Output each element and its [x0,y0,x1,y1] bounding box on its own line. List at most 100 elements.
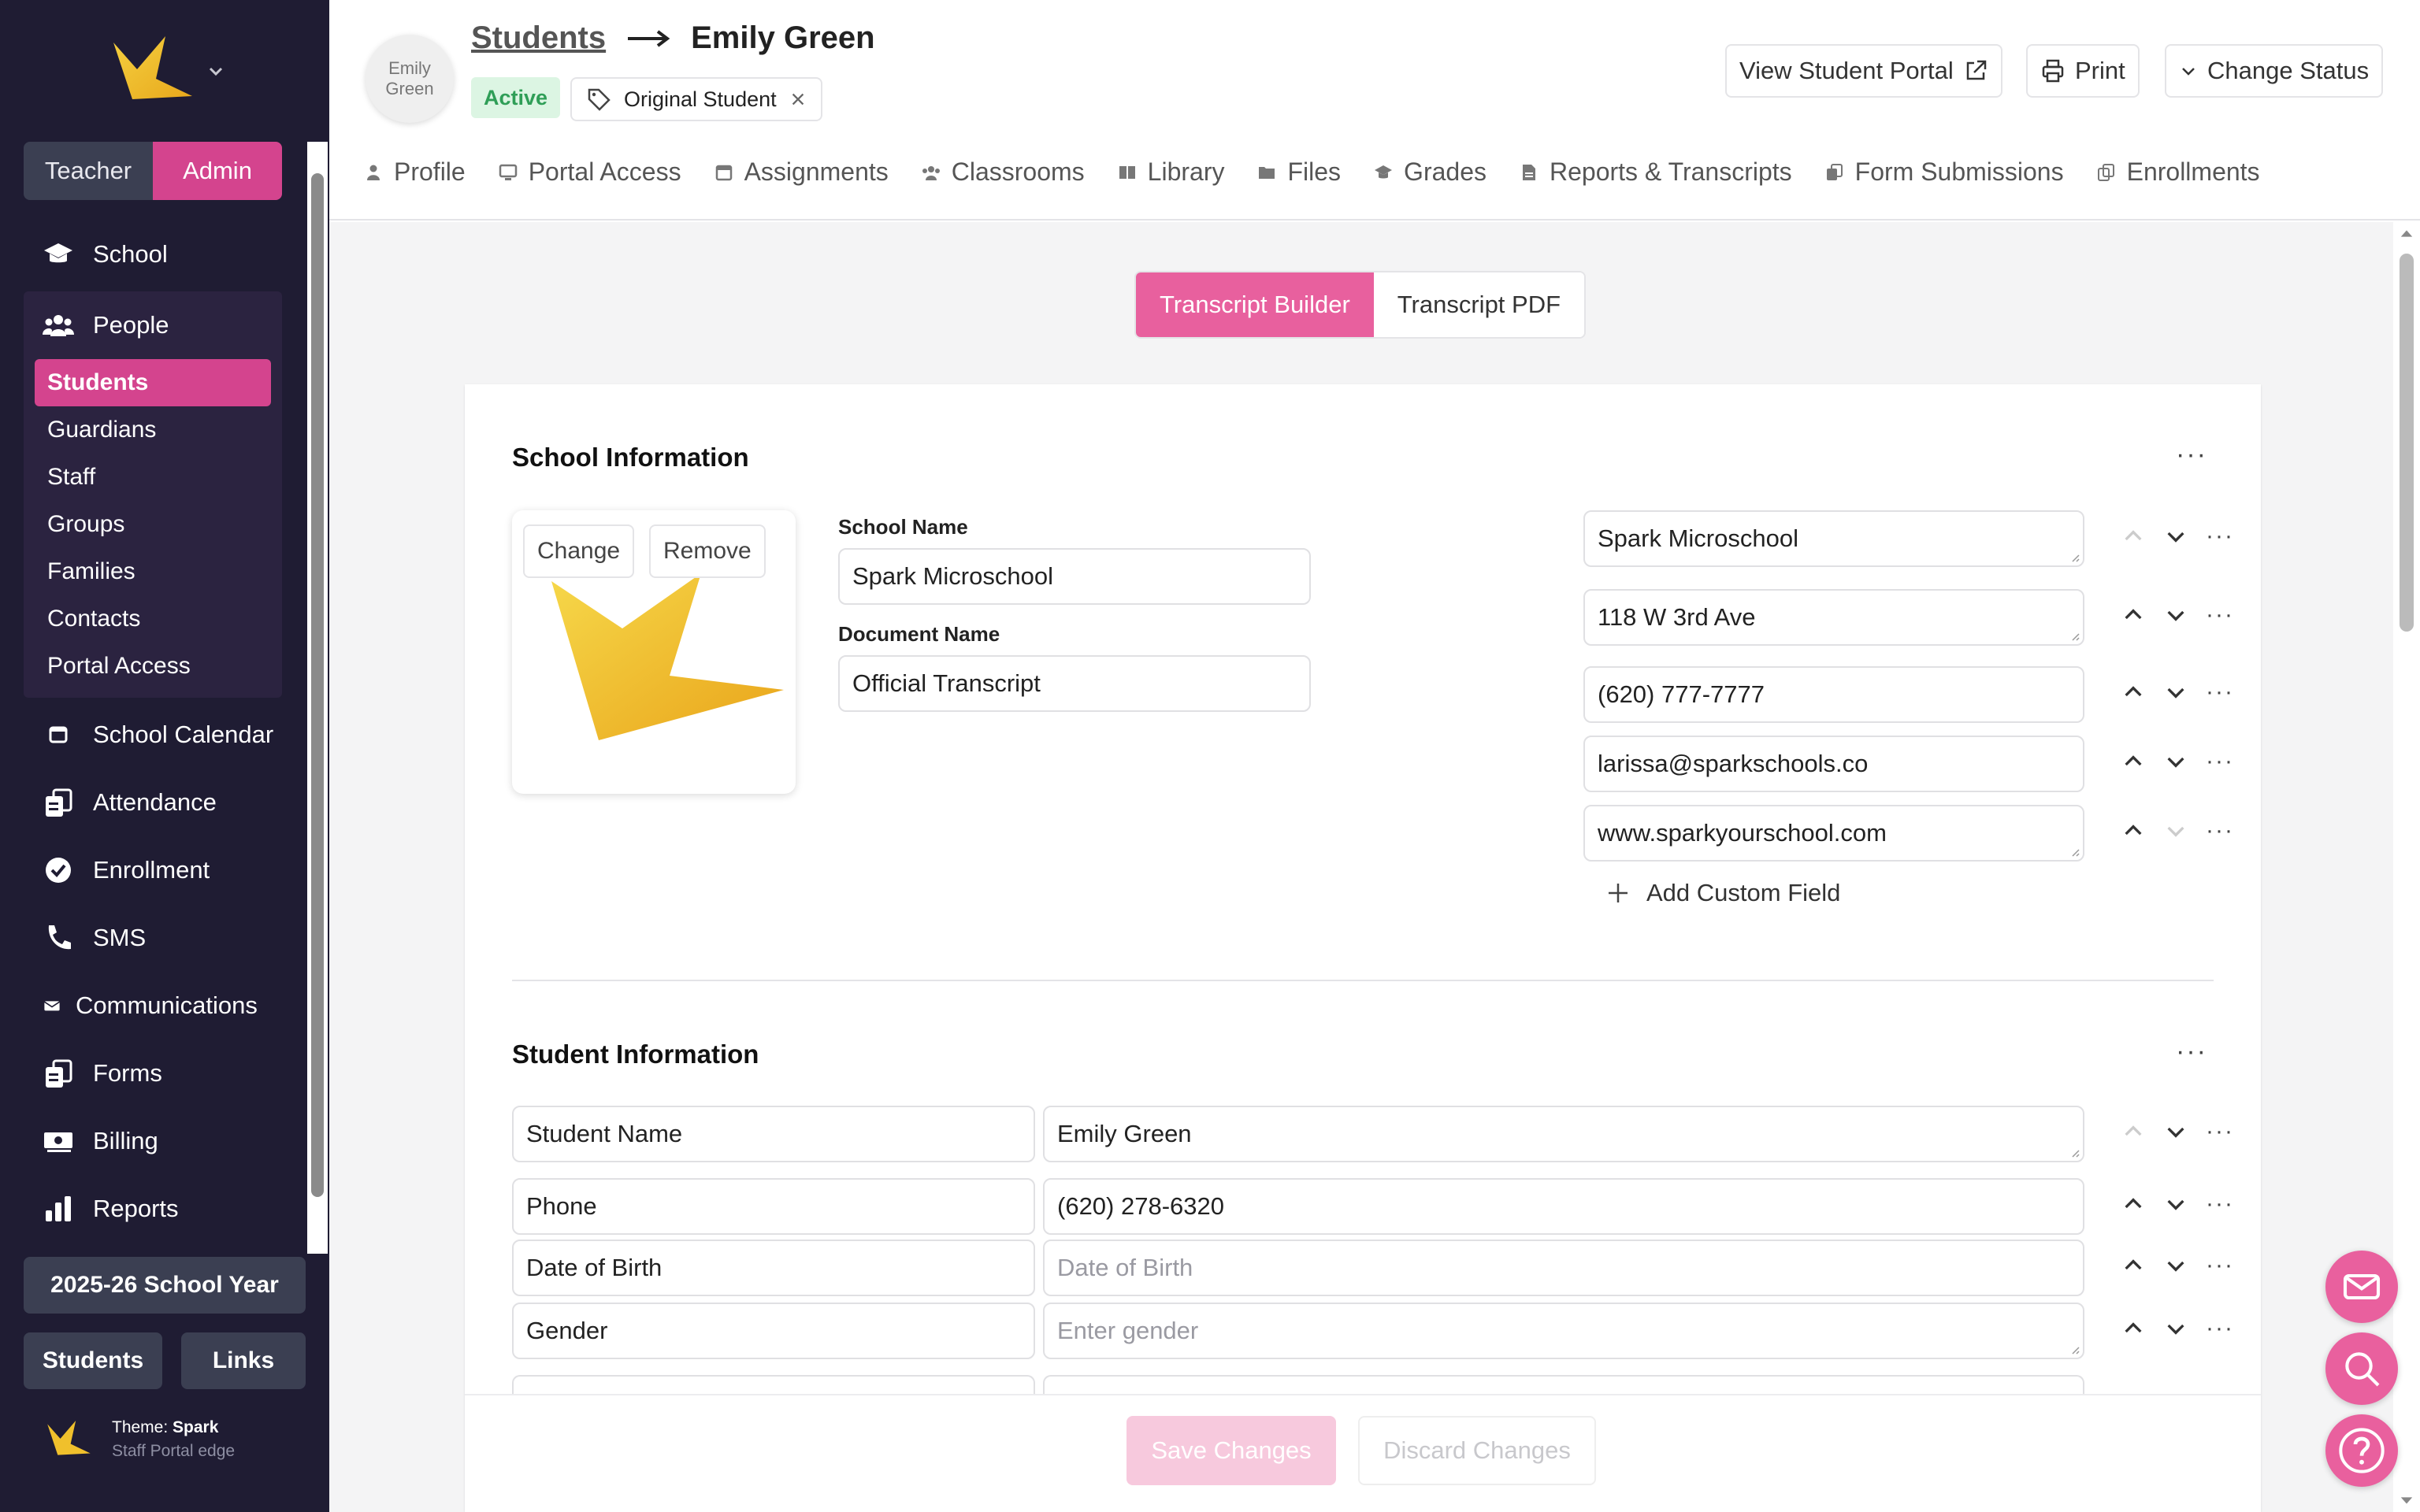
chevron-down-icon[interactable] [2163,680,2188,705]
resize-handle-icon[interactable] [2069,630,2080,641]
sidebar-subitem-guardians[interactable]: Guardians [35,406,271,454]
school-year-button[interactable]: 2025-26 School Year [24,1257,306,1314]
sidebar-item-enrollment[interactable]: Enrollment [24,836,282,904]
tab-files[interactable]: Files [1257,158,1341,187]
spark-logo[interactable] [110,32,197,110]
sidebar-scrollbar-thumb[interactable] [311,173,324,1197]
student-row-label-field[interactable]: Phone [512,1178,1035,1235]
tab-form-submissions[interactable]: Form Submissions [1825,158,2064,187]
tab-reports-transcripts[interactable]: Reports & Transcripts [1520,158,1792,187]
view-student-portal-button[interactable]: View Student Portal [1725,44,2002,98]
change-status-button[interactable]: Change Status [2165,44,2384,98]
tab-library[interactable]: Library [1118,158,1224,187]
tab-portal-access[interactable]: Portal Access [499,158,681,187]
scroll-down-icon[interactable] [2400,1493,2414,1507]
sidebar-item-sms[interactable]: SMS [24,904,282,972]
student-row-label-field[interactable]: Gender [512,1303,1035,1359]
student-row-label-field[interactable]: Student Name [512,1106,1035,1162]
resize-handle-icon[interactable] [2069,1343,2080,1354]
more-icon[interactable]: ··· [2206,523,2234,550]
add-custom-field-button[interactable]: Add Custom Field [1607,879,1840,907]
document-name-field[interactable]: Official Transcript [838,655,1311,712]
search-fab[interactable] [2325,1332,2398,1405]
close-icon[interactable] [789,91,807,108]
resize-handle-icon[interactable] [2069,551,2080,562]
chevron-up-icon[interactable] [2121,818,2146,843]
more-icon[interactable]: ··· [2206,817,2234,844]
chevron-up-icon[interactable] [2121,1253,2146,1278]
sidebar-subitem-contacts[interactable]: Contacts [35,595,271,643]
discard-changes-button[interactable]: Discard Changes [1358,1416,1596,1485]
student-info-more-icon[interactable]: ··· [2176,1036,2207,1067]
school-field-website[interactable]: www.sparkyourschool.com [1583,805,2084,862]
tab-classrooms[interactable]: Classrooms [922,158,1085,187]
school-field-address[interactable]: 118 W 3rd Ave [1583,589,2084,646]
chevron-down-icon[interactable] [2163,1191,2188,1217]
chevron-down-icon[interactable] [206,61,225,80]
chevron-down-icon[interactable] [2163,1316,2188,1341]
sidebar-item-school-calendar[interactable]: School Calendar [24,701,282,769]
content-scrollbar[interactable] [2393,222,2420,1512]
sidebar-item-billing[interactable]: Billing [24,1107,282,1175]
tab-enrollments[interactable]: Enrollments [2097,158,2260,187]
sidebar-item-forms[interactable]: Forms [24,1040,282,1107]
student-row-label-field[interactable]: Date of Birth [512,1240,1035,1296]
school-field-phone[interactable]: (620) 777-7777 [1583,666,2084,723]
more-icon[interactable]: ··· [2206,1252,2234,1279]
more-icon[interactable]: ··· [2206,602,2234,628]
sidebar-item-people[interactable]: People [24,291,282,359]
sidebar-subitem-families[interactable]: Families [35,548,271,595]
more-icon[interactable]: ··· [2206,1315,2234,1342]
chevron-up-icon[interactable] [2121,749,2146,774]
chevron-up-icon[interactable] [2121,524,2146,549]
sidebar-subitem-groups[interactable]: Groups [35,501,271,548]
student-name-value-field[interactable]: Emily Green [1043,1106,2084,1162]
tab-transcript-builder[interactable]: Transcript Builder [1136,272,1374,337]
role-admin-button[interactable]: Admin [153,142,282,200]
sidebar-subitem-staff[interactable]: Staff [35,454,271,501]
quick-students-button[interactable]: Students [24,1332,162,1389]
student-gender-value-field[interactable]: Enter gender [1043,1303,2084,1359]
print-button[interactable]: Print [2026,44,2140,98]
chevron-up-icon[interactable] [2121,680,2146,705]
chevron-up-icon[interactable] [2121,602,2146,628]
school-field-email[interactable]: larissa@sparkschools.co [1583,736,2084,792]
sidebar-item-communications[interactable]: Communications [24,972,282,1040]
chevron-down-icon[interactable] [2163,524,2188,549]
chevron-down-icon[interactable] [2163,602,2188,628]
more-icon[interactable]: ··· [2206,1118,2234,1145]
tab-assignments[interactable]: Assignments [714,158,889,187]
more-icon[interactable]: ··· [2206,748,2234,775]
more-icon[interactable]: ··· [2206,1191,2234,1217]
chevron-down-icon[interactable] [2163,1253,2188,1278]
messages-fab[interactable] [2325,1251,2398,1323]
student-dob-value-field[interactable]: Date of Birth [1043,1240,2084,1296]
tab-transcript-pdf[interactable]: Transcript PDF [1373,272,1585,337]
breadcrumb-students-link[interactable]: Students [471,20,606,56]
chevron-down-icon[interactable] [2163,749,2188,774]
chevron-up-icon[interactable] [2121,1191,2146,1217]
chevron-down-icon[interactable] [2163,1119,2188,1144]
chevron-up-icon[interactable] [2121,1316,2146,1341]
save-changes-button[interactable]: Save Changes [1126,1416,1336,1485]
sidebar-item-attendance[interactable]: Attendance [24,769,282,836]
remove-logo-button[interactable]: Remove [649,524,766,578]
school-name-field[interactable]: Spark Microschool [838,548,1311,605]
school-info-more-icon[interactable]: ··· [2176,439,2207,470]
tab-grades[interactable]: Grades [1374,158,1487,187]
resize-handle-icon[interactable] [2069,1147,2080,1158]
content-scrollbar-thumb[interactable] [2400,254,2414,632]
sidebar-scrollbar[interactable] [307,142,328,1254]
scroll-up-icon[interactable] [2400,227,2414,241]
school-field-name[interactable]: Spark Microschool [1583,510,2084,567]
more-icon[interactable]: ··· [2206,679,2234,706]
student-phone-value-field[interactable]: (620) 278-6320 [1043,1178,2084,1235]
chevron-up-icon[interactable] [2121,1119,2146,1144]
tab-profile[interactable]: Profile [364,158,466,187]
sidebar-item-school[interactable]: School [24,220,282,288]
sidebar-subitem-portal-access[interactable]: Portal Access [35,643,271,690]
chevron-down-icon[interactable] [2163,818,2188,843]
resize-handle-icon[interactable] [2069,846,2080,857]
sidebar-item-reports[interactable]: Reports [24,1175,282,1243]
change-logo-button[interactable]: Change [523,524,635,578]
